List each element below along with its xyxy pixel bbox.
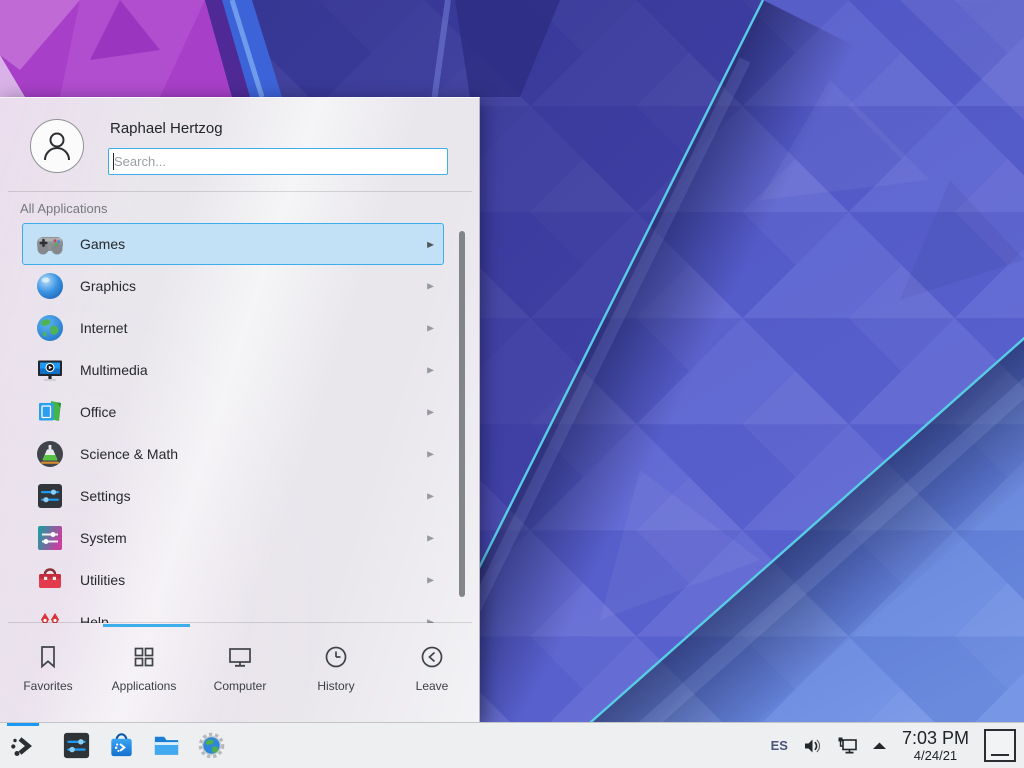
expand-arrow-icon[interactable] <box>872 735 887 757</box>
tab-leave[interactable]: Leave <box>384 628 480 723</box>
category-system[interactable]: System ▶ <box>22 517 444 559</box>
section-label: All Applications <box>20 201 107 216</box>
submenu-arrow-icon: ▶ <box>427 323 434 333</box>
category-office[interactable]: Office ▶ <box>22 391 444 433</box>
category-label: Office <box>80 404 116 420</box>
help-icon <box>34 606 66 623</box>
submenu-arrow-icon: ▶ <box>427 407 434 417</box>
system-slider-icon <box>34 522 66 554</box>
category-label: Settings <box>80 488 131 504</box>
clock-icon <box>321 642 351 672</box>
browser-globe-icon <box>196 730 227 761</box>
category-internet[interactable]: Internet ▶ <box>22 307 444 349</box>
tab-computer[interactable]: Computer <box>192 628 288 723</box>
category-settings[interactable]: Settings ▶ <box>22 475 444 517</box>
tab-label: History <box>317 679 354 693</box>
category-help[interactable]: Help ▶ <box>22 601 444 623</box>
user-icon <box>37 126 77 166</box>
app-launcher-button[interactable] <box>0 723 46 768</box>
clock-date: 4/24/21 <box>902 748 969 763</box>
network-icon[interactable] <box>836 735 859 757</box>
utilities-toolbox-icon <box>34 564 66 596</box>
category-label: Games <box>80 236 125 252</box>
bookmark-icon <box>33 642 63 672</box>
submenu-arrow-icon: ▶ <box>427 491 434 501</box>
category-label: Utilities <box>80 572 125 588</box>
category-label: Multimedia <box>80 362 148 378</box>
taskbar-app-file-manager[interactable] <box>144 723 189 768</box>
list-scrollbar[interactable] <box>459 231 465 597</box>
taskbar-panel: ES 7:03 PM 4/24/21 <box>0 722 1024 768</box>
category-label: Science & Math <box>80 446 178 462</box>
monitor-icon <box>225 642 255 672</box>
category-label: Graphics <box>80 278 136 294</box>
multimedia-monitor-icon <box>34 354 66 386</box>
header-divider <box>8 191 472 192</box>
submenu-arrow-icon: ▶ <box>427 575 434 585</box>
kde-launcher-icon <box>7 730 39 762</box>
launcher-tabbar: Favorites Applications Computer <box>0 628 480 723</box>
tab-label: Computer <box>214 679 267 693</box>
user-name: Raphael Hertzog <box>110 120 223 137</box>
category-science-math[interactable]: Science & Math ▶ <box>22 433 444 475</box>
category-label: System <box>80 530 127 546</box>
system-tray: ES 7:03 PM 4/24/21 <box>771 729 1024 763</box>
application-launcher-popup: Raphael Hertzog All Applications Games ▶ <box>0 97 480 722</box>
tab-history[interactable]: History <box>288 628 384 723</box>
keyboard-layout-indicator[interactable]: ES <box>771 738 788 753</box>
submenu-arrow-icon: ▶ <box>427 533 434 543</box>
clock-time: 7:03 PM <box>902 729 969 748</box>
search-input[interactable] <box>108 148 448 175</box>
show-desktop-button[interactable] <box>984 729 1016 762</box>
tab-label: Favorites <box>23 679 72 693</box>
submenu-arrow-icon: ▶ <box>427 449 434 459</box>
graphics-ball-icon <box>34 270 66 302</box>
dolphin-folder-icon <box>151 730 182 761</box>
category-label: Internet <box>80 320 127 336</box>
grid-icon <box>129 642 159 672</box>
launcher-header: Raphael Hertzog <box>0 98 480 191</box>
submenu-arrow-icon: ▶ <box>427 365 434 375</box>
gamepad-icon <box>34 228 66 260</box>
footer-divider <box>8 622 472 623</box>
taskbar-app-system-settings[interactable] <box>54 723 99 768</box>
globe-icon <box>34 312 66 344</box>
active-app-indicator <box>7 723 39 726</box>
digital-clock[interactable]: 7:03 PM 4/24/21 <box>902 729 969 763</box>
user-avatar[interactable] <box>30 119 84 173</box>
submenu-arrow-icon: ▶ <box>427 239 434 249</box>
leave-icon <box>417 642 447 672</box>
system-settings-icon <box>61 730 92 761</box>
taskbar-app-browser[interactable] <box>189 723 234 768</box>
tab-label: Applications <box>112 679 177 693</box>
tab-favorites[interactable]: Favorites <box>0 628 96 723</box>
taskbar-app-discover[interactable] <box>99 723 144 768</box>
office-document-icon <box>34 396 66 428</box>
volume-icon[interactable] <box>801 735 823 757</box>
category-games[interactable]: Games ▶ <box>22 223 444 265</box>
discover-bag-icon <box>106 730 137 761</box>
category-list: Games ▶ Graphics ▶ <box>0 223 480 623</box>
settings-sliders-icon <box>34 480 66 512</box>
category-graphics[interactable]: Graphics ▶ <box>22 265 444 307</box>
text-caret <box>113 153 114 170</box>
active-tab-indicator <box>103 624 190 627</box>
category-multimedia[interactable]: Multimedia ▶ <box>22 349 444 391</box>
submenu-arrow-icon: ▶ <box>427 281 434 291</box>
tab-applications[interactable]: Applications <box>96 628 192 723</box>
category-utilities[interactable]: Utilities ▶ <box>22 559 444 601</box>
tab-label: Leave <box>416 679 449 693</box>
science-flask-icon <box>34 438 66 470</box>
